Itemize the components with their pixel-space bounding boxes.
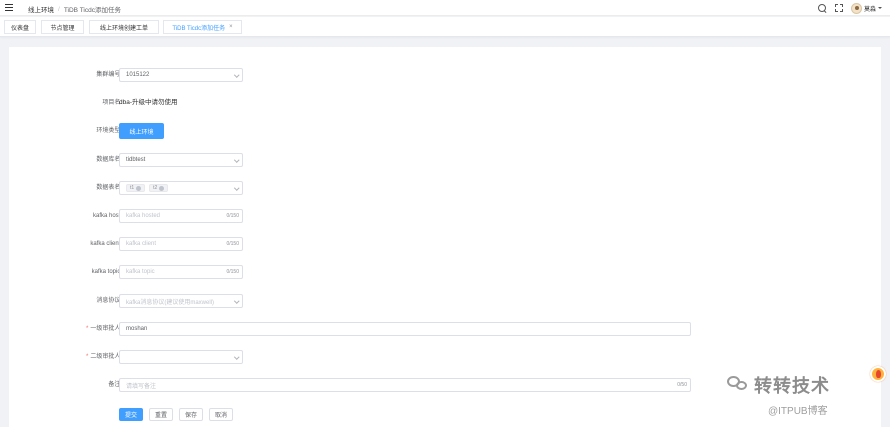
top-header: 线上环境 / TiDB Ticdc添加任务 莫淼 [0,0,890,16]
kafka-client-label: kafka client: [90,241,122,247]
header-actions: 莫淼 [817,2,882,14]
row-table-name: 数据表名: t1 t2 [9,181,881,195]
user-menu[interactable]: 莫淼 [850,2,882,14]
tab-ticdc-add-task[interactable]: TiDB Ticdc添加任务 × [163,20,242,34]
fullscreen-icon[interactable] [834,4,843,12]
approver2-label: * 二级审批人: [86,350,122,364]
hamburger-menu-icon[interactable] [5,4,13,11]
cluster-no-value: 1015122 [126,72,150,78]
row-kafka-client: kafka client: kafka client 0/150 [9,237,881,251]
submit-button[interactable]: 提交 [119,408,144,421]
remark-counter: 0/50 [677,382,687,388]
approver1-value: moshan [126,326,148,332]
tab-label: 仪表盘 [10,25,29,32]
username: 莫淼 [863,6,876,13]
table-tag-label: t1 [130,185,135,191]
kafka-topic-input[interactable]: kafka topic 0/150 [119,265,243,279]
tab-label: 线上环境创建工单 [99,25,148,32]
kafka-client-input[interactable]: kafka client 0/150 [119,237,243,251]
kafka-host-placeholder: kafka hosted [126,213,161,219]
avatar [850,2,862,14]
approver2-select[interactable] [119,350,243,364]
db-name-value: tidbtest [126,157,146,163]
kafka-host-input[interactable]: kafka hosted 0/150 [119,209,243,223]
kafka-topic-counter: 0/150 [226,269,239,275]
flame-badge-icon [870,366,886,382]
chevron-down-icon [233,185,239,191]
required-mark: * [85,354,89,360]
tabs-bar: 仪表盘 节点管理 线上环境创建工单 TiDB Ticdc添加任务 × [0,17,890,37]
table-tag-label: t2 [153,185,158,191]
kafka-host-label: kafka host: [92,213,122,219]
cluster-no-select[interactable]: 1015122 [119,68,243,82]
env-type-button[interactable]: 线上环境 [119,123,164,139]
required-mark: * [85,326,89,332]
tag-close-icon[interactable] [159,185,165,191]
reset-button[interactable]: 重置 [149,408,174,421]
tag-close-icon[interactable] [136,185,142,191]
row-approver2: * 二级审批人: [9,350,881,364]
row-cluster-no: 集群编号: 1015122 [9,68,881,82]
breadcrumb-item-env[interactable]: 线上环境 [28,4,54,14]
breadcrumb-item-current: TiDB Ticdc添加任务 [63,7,121,14]
breadcrumb: 线上环境 / TiDB Ticdc添加任务 [28,4,121,15]
kafka-client-placeholder: kafka client [126,241,157,247]
search-icon[interactable] [817,3,827,13]
approver1-input[interactable]: moshan [119,322,691,336]
caret-down-icon [878,7,882,9]
tab-node-management[interactable]: 节点管理 [41,20,84,34]
remark-placeholder: 请填写备注 [126,383,157,390]
protocol-select[interactable]: kafka消息协议(建议使用maxwell) [119,294,243,308]
chevron-down-icon [233,72,239,78]
wechat-logo-icon [726,374,750,392]
watermark-title: 转转技术 [754,376,830,396]
tab-close-icon[interactable]: × [229,24,233,30]
remark-input[interactable]: 请填写备注 0/50 [119,378,691,392]
table-tag: t1 [126,184,146,192]
row-db-name: 数据库名: tidbtest [9,153,881,167]
approver2-label-text: 二级审批人: [90,354,122,360]
watermark: 转转技术 @ITPUB博客 [726,366,886,424]
chevron-down-icon [233,354,239,360]
kafka-topic-placeholder: kafka topic [126,269,155,275]
tab-label: TiDB Ticdc添加任务 [172,25,226,32]
breadcrumb-separator: / [58,5,60,13]
row-env-type: 环境类型: 线上环境 [9,123,881,139]
tab-label: 节点管理 [50,25,75,32]
kafka-client-counter: 0/150 [226,241,239,247]
row-kafka-host: kafka host: kafka hosted 0/150 [9,209,881,223]
tab-dashboard[interactable]: 仪表盘 [4,20,36,34]
save-button[interactable]: 保存 [179,408,204,421]
approver1-label-text: 一级审批人: [90,326,122,332]
chevron-down-icon [233,298,239,304]
row-approver1: * 一级审批人: moshan [9,322,881,336]
row-kafka-topic: kafka topic: kafka topic 0/150 [9,265,881,279]
cancel-button[interactable]: 取消 [209,408,234,421]
tab-create-ticket[interactable]: 线上环境创建工单 [89,20,159,34]
chevron-down-icon [233,157,239,163]
table-tag: t2 [149,184,169,192]
protocol-placeholder: kafka消息协议(建议使用maxwell) [126,299,215,306]
watermark-subtitle: @ITPUB博客 [768,406,828,417]
form-actions: 提交 重置 保存 取消 [119,408,234,421]
kafka-host-counter: 0/150 [226,213,239,219]
db-name-select[interactable]: tidbtest [119,153,243,167]
row-protocol: 消息协议: kafka消息协议(建议使用maxwell) [9,294,881,308]
project-name-value: dba-升级中请勿使用 [119,99,178,106]
approver1-label: * 一级审批人: [86,322,122,336]
table-name-multiselect[interactable]: t1 t2 [119,181,243,195]
kafka-topic-label: kafka topic: [91,269,122,275]
row-project-name: 项目名: dba-升级中请勿使用 [9,96,881,110]
